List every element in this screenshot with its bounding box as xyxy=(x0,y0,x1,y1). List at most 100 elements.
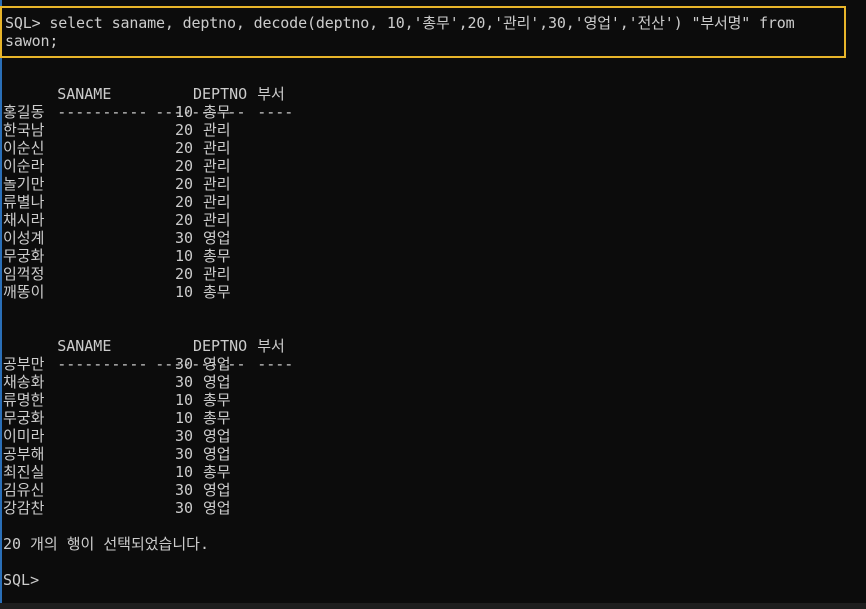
cell-dept: 영업 xyxy=(203,355,231,373)
cell-deptno: 30 xyxy=(174,229,193,247)
cell-dept: 관리 xyxy=(203,265,231,283)
terminal-window[interactable]: SQL> select saname, deptno, decode(deptn… xyxy=(0,0,866,609)
cell-saname: 공부만 xyxy=(3,355,45,373)
cell-saname: 류별나 xyxy=(3,193,45,211)
cell-dept: 총무 xyxy=(203,409,231,427)
cell-deptno: 30 xyxy=(174,499,193,517)
cell-deptno: 20 xyxy=(174,139,193,157)
cell-saname: 최진실 xyxy=(3,463,45,481)
cell-deptno: 30 xyxy=(174,427,193,445)
table-row: 공부해 30 영업 xyxy=(3,445,863,463)
cell-deptno: 10 xyxy=(174,283,193,301)
cell-dept: 총무 xyxy=(203,247,231,265)
command-highlight-box: SQL> select saname, deptno, decode(deptn… xyxy=(0,6,846,58)
table-row: 한국남 20 관리 xyxy=(3,121,863,139)
cell-saname: 채송화 xyxy=(3,373,45,391)
rows-selected-message: 20 개의 행이 선택되었습니다. xyxy=(3,535,209,553)
cell-deptno: 10 xyxy=(174,409,193,427)
result-page-2: 공부만 30 영업 채송화 30 영업 류명한 10 총무 무궁화 10 총무 이미라 30 영업 공부해 30… xyxy=(3,355,863,517)
cell-dept: 총무 xyxy=(203,283,231,301)
table-row: 이순라 20 관리 xyxy=(3,157,863,175)
cell-deptno: 20 xyxy=(174,211,193,229)
header-dept: 부서 xyxy=(257,85,285,103)
table-row: 이성계 30 영업 xyxy=(3,229,863,247)
cell-dept: 관리 xyxy=(203,175,231,193)
table-row: 강감찬 30 영업 xyxy=(3,499,863,517)
column-header-row: SANAME DEPTNO 부서 xyxy=(3,319,863,355)
column-header-row: SANAME DEPTNO 부서 xyxy=(3,67,863,103)
cell-saname: 무궁화 xyxy=(3,409,45,427)
cell-saname: 이순라 xyxy=(3,157,45,175)
header-rule-3: ---- xyxy=(257,355,294,373)
table-row: 류명한 10 총무 xyxy=(3,391,863,409)
cell-deptno: 20 xyxy=(174,265,193,283)
cell-dept: 영업 xyxy=(203,499,231,517)
sql-prompt[interactable]: SQL> xyxy=(3,571,863,589)
cell-deptno: 10 xyxy=(174,247,193,265)
cell-saname: 무궁화 xyxy=(3,247,45,265)
cell-saname: 깨똥이 xyxy=(3,283,45,301)
cell-dept: 영업 xyxy=(203,481,231,499)
query-output: SANAME DEPTNO 부서 ---------- ---------- ---- … xyxy=(3,67,863,589)
header-dept: 부서 xyxy=(257,337,285,355)
result-page-1: 홍길동 10 총무 한국남 20 관리 이순신 20 관리 이순라 20 관리 놀기만 20 관리 류별나 20… xyxy=(3,103,863,301)
window-bottom-edge xyxy=(0,603,866,609)
cell-saname: 임꺽정 xyxy=(3,265,45,283)
table-row: 홍길동 10 총무 xyxy=(3,103,863,121)
cell-deptno: 20 xyxy=(174,157,193,175)
table-row: 깨똥이 10 총무 xyxy=(3,283,863,301)
table-row: 이순신 20 관리 xyxy=(3,139,863,157)
table-row: 공부만 30 영업 xyxy=(3,355,863,373)
table-row: 놀기만 20 관리 xyxy=(3,175,863,193)
cell-dept: 영업 xyxy=(203,445,231,463)
cell-dept: 관리 xyxy=(203,211,231,229)
cell-deptno: 30 xyxy=(174,355,193,373)
cell-dept: 총무 xyxy=(203,391,231,409)
cell-dept: 관리 xyxy=(203,139,231,157)
cell-saname: 김유신 xyxy=(3,481,45,499)
header-saname: SANAME xyxy=(57,85,112,103)
header-deptno: DEPTNO xyxy=(193,85,248,103)
cell-deptno: 10 xyxy=(174,391,193,409)
cell-dept: 관리 xyxy=(203,157,231,175)
table-row: 이미라 30 영업 xyxy=(3,427,863,445)
cell-saname: 채시라 xyxy=(3,211,45,229)
table-row: 무궁화 10 총무 xyxy=(3,247,863,265)
table-row: 채송화 30 영업 xyxy=(3,373,863,391)
header-saname: SANAME xyxy=(57,337,112,355)
cell-saname: 한국남 xyxy=(3,121,45,139)
cell-deptno: 20 xyxy=(174,193,193,211)
cell-saname: 홍길동 xyxy=(3,103,45,121)
table-row: 임꺽정 20 관리 xyxy=(3,265,863,283)
cell-saname: 이미라 xyxy=(3,427,45,445)
cell-deptno: 10 xyxy=(174,463,193,481)
cell-deptno: 30 xyxy=(174,481,193,499)
command-line-2: sawon; xyxy=(5,32,59,50)
cell-dept: 영업 xyxy=(203,373,231,391)
cell-saname: 이성계 xyxy=(3,229,45,247)
command-line-1: SQL> select saname, deptno, decode(deptn… xyxy=(5,14,795,32)
table-row: 김유신 30 영업 xyxy=(3,481,863,499)
cell-saname: 강감찬 xyxy=(3,499,45,517)
header-deptno: DEPTNO xyxy=(193,337,248,355)
cell-dept: 영업 xyxy=(203,229,231,247)
cell-deptno: 20 xyxy=(174,175,193,193)
cell-dept: 관리 xyxy=(203,193,231,211)
table-row: 무궁화 10 총무 xyxy=(3,409,863,427)
cell-saname: 놀기만 xyxy=(3,175,45,193)
cell-dept: 총무 xyxy=(203,463,231,481)
cell-dept: 영업 xyxy=(203,427,231,445)
window-left-edge xyxy=(0,0,2,609)
cell-deptno: 10 xyxy=(174,103,193,121)
cell-saname: 류명한 xyxy=(3,391,45,409)
cell-deptno: 20 xyxy=(174,121,193,139)
table-row: 채시라 20 관리 xyxy=(3,211,863,229)
table-row: 최진실 10 총무 xyxy=(3,463,863,481)
table-row: 류별나 20 관리 xyxy=(3,193,863,211)
cell-dept: 관리 xyxy=(203,121,231,139)
cell-deptno: 30 xyxy=(174,445,193,463)
header-rule-3: ---- xyxy=(257,103,294,121)
